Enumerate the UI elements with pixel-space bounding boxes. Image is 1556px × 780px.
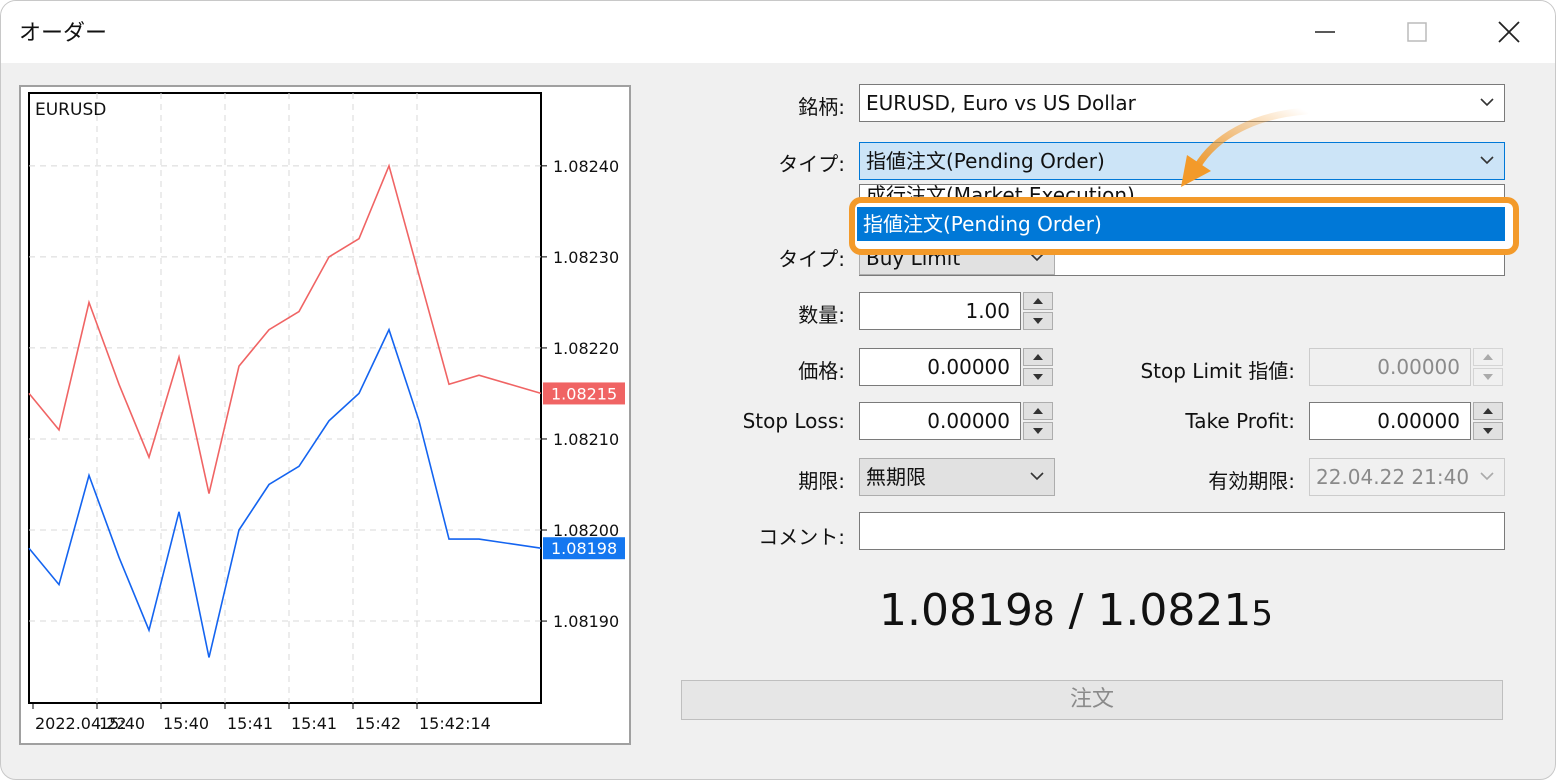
stop-limit-up-button — [1473, 348, 1503, 366]
bid-main: 1.0819 — [879, 585, 1033, 636]
expiry-value: 無期限 — [866, 465, 926, 489]
take-profit-stepper[interactable] — [1473, 402, 1503, 440]
symbol-value: EURUSD, Euro vs US Dollar — [866, 91, 1136, 115]
minimize-icon — [1315, 31, 1335, 33]
y-tick-label: 1.08200 — [553, 521, 619, 540]
maximize-button[interactable] — [1371, 1, 1463, 63]
stop-limit-stepper — [1473, 348, 1503, 386]
chevron-down-icon — [1030, 472, 1044, 481]
x-tick-label: 15:41 — [227, 714, 273, 733]
y-tick-label: 1.08190 — [553, 612, 619, 631]
ask-pip: 5 — [1251, 594, 1274, 634]
chevron-down-icon — [1480, 98, 1494, 107]
stop-limit-label: Stop Limit 指値: — [1140, 359, 1295, 383]
y-tick-label: 1.08210 — [553, 430, 619, 449]
triangle-down-icon — [1483, 428, 1493, 434]
ask-badge: 1.08215 — [551, 384, 617, 403]
expiry-date-value: 22.04.22 21:40 — [1316, 465, 1470, 489]
triangle-down-icon — [1483, 374, 1493, 380]
price-label: 価格: — [798, 359, 845, 383]
triangle-up-icon — [1033, 408, 1043, 414]
close-icon — [1498, 21, 1520, 43]
plot-frame — [28, 92, 542, 704]
x-tick-label: 15:40 — [163, 714, 209, 733]
pointer-arrow-icon — [1181, 107, 1310, 187]
price-down-button[interactable] — [1023, 368, 1053, 386]
order-button[interactable]: 注文 — [681, 680, 1503, 720]
chevron-down-icon — [1480, 156, 1494, 165]
stop-loss-input[interactable]: 0.00000 — [859, 402, 1021, 440]
price-chart: EURUSD 1.08240 1.08230 1.08220 1.08210 1.082… — [19, 85, 631, 745]
stop-loss-down-button[interactable] — [1023, 422, 1053, 440]
take-profit-label: Take Profit: — [1185, 409, 1295, 433]
price-input[interactable]: 0.00000 — [859, 348, 1021, 386]
quote-display: 1.08198 / 1.08215 — [879, 585, 1273, 636]
take-profit-input[interactable]: 0.00000 — [1309, 402, 1471, 440]
volume-label: 数量: — [798, 303, 845, 327]
x-tick-label: 15:41 — [291, 714, 337, 733]
chart-symbol: EURUSD — [35, 100, 106, 120]
window-title: オーダー — [19, 21, 108, 46]
expiry-select[interactable]: 無期限 — [859, 458, 1055, 496]
order-window: オーダー EURUSD 1.08240 1.08230 1.08220 1.08210… — [0, 0, 1556, 780]
order-type-label: タイプ: — [778, 247, 845, 271]
minimize-button[interactable] — [1279, 1, 1371, 63]
y-tick-label: 1.08240 — [553, 157, 619, 176]
ask-main: 1.0821 — [1097, 585, 1252, 636]
take-profit-down-button[interactable] — [1473, 422, 1503, 440]
maximize-icon — [1407, 22, 1427, 42]
bid-pip: 8 — [1032, 594, 1055, 634]
type-value: 指値注文(Pending Order) — [866, 149, 1105, 173]
expiry-label: 期限: — [798, 469, 845, 493]
price-up-button[interactable] — [1023, 348, 1053, 366]
stop-loss-label: Stop Loss: — [742, 409, 845, 433]
triangle-down-icon — [1033, 428, 1043, 434]
volume-up-button[interactable] — [1023, 292, 1053, 310]
expiry-date-label: 有効期限: — [1208, 469, 1295, 493]
expiry-date-select: 22.04.22 21:40 — [1309, 458, 1505, 496]
triangle-up-icon — [1033, 354, 1043, 360]
volume-stepper[interactable] — [1023, 292, 1053, 330]
type-label: タイプ: — [778, 152, 845, 176]
x-tick-label: 15:42 — [355, 714, 401, 733]
triangle-down-icon — [1033, 318, 1043, 324]
price-stepper[interactable] — [1023, 348, 1053, 386]
volume-input[interactable]: 1.00 — [859, 292, 1021, 330]
y-tick-label: 1.08220 — [553, 339, 619, 358]
stop-limit-down-button — [1473, 368, 1503, 386]
triangle-up-icon — [1033, 298, 1043, 304]
x-tick-label: 15:40 — [99, 714, 145, 733]
stop-loss-stepper[interactable] — [1023, 402, 1053, 440]
stop-loss-up-button[interactable] — [1023, 402, 1053, 420]
title-bar: オーダー — [1, 1, 1555, 63]
triangle-down-icon — [1033, 374, 1043, 380]
y-tick-label: 1.08230 — [553, 248, 619, 267]
volume-down-button[interactable] — [1023, 312, 1053, 330]
triangle-up-icon — [1483, 354, 1493, 360]
stop-limit-input: 0.00000 — [1309, 348, 1471, 386]
quote-separator: / — [1054, 585, 1098, 636]
comment-input[interactable] — [859, 512, 1505, 550]
chart-canvas: EURUSD 1.08240 1.08230 1.08220 1.08210 1.082… — [28, 92, 625, 733]
chevron-down-icon — [1480, 472, 1494, 481]
bid-badge: 1.08198 — [551, 539, 617, 558]
comment-label: コメント: — [758, 525, 845, 549]
take-profit-up-button[interactable] — [1473, 402, 1503, 420]
dropdown-item-pending[interactable]: 指値注文(Pending Order) — [857, 207, 1505, 241]
x-tick-label: 15:42:14 — [419, 714, 491, 733]
close-button[interactable] — [1463, 1, 1555, 63]
triangle-up-icon — [1483, 408, 1493, 414]
symbol-label: 銘柄: — [798, 95, 845, 119]
